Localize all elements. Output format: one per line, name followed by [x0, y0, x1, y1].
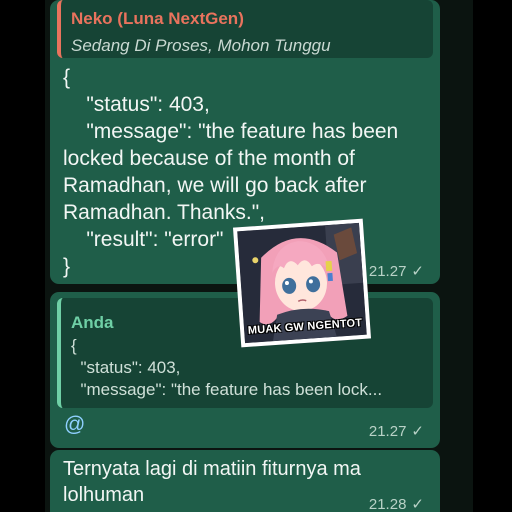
message-line: { — [63, 66, 71, 89]
message-timestamp: 21.28 ✓ — [369, 495, 424, 512]
message-line: Ramadhan, we will go back after — [63, 174, 367, 197]
message-timestamp: 21.27 ✓ — [369, 422, 424, 440]
timestamp-text: 21.28 — [368, 496, 407, 512]
message-line: Ramadhan. Thanks.", — [63, 201, 266, 224]
timestamp-text: 21.27 — [368, 263, 407, 280]
quoted-message[interactable]: Neko (Luna NextGen) Sedang Di Proses, Mo… — [57, 0, 433, 58]
quote-text: { — [71, 336, 77, 355]
quote-author: Neko (Luna NextGen) — [71, 9, 244, 28]
message-line: "result": "error" — [63, 228, 224, 251]
timestamp-text: 21.27 — [368, 423, 407, 440]
message-line: "message": "the feature has been — [63, 120, 399, 143]
message-line: } — [63, 255, 71, 278]
sent-check-icon: ✓ — [411, 423, 424, 440]
message-bubble-incoming[interactable]: Ternyata lagi di matiin fiturnya ma lolh… — [50, 450, 440, 512]
quote-text: "status": 403, — [71, 358, 181, 377]
message-line: "status": 403, — [63, 93, 210, 116]
message-line: lolhuman — [63, 484, 145, 506]
sticker-image[interactable]: MUAK GW NGENTOT — [232, 218, 372, 348]
quote-text: Sedang Di Proses, Mohon Tunggu — [71, 36, 331, 55]
message-timestamp: 21.27 ✓ — [369, 262, 424, 280]
mention-text[interactable]: @ — [64, 413, 85, 437]
screen: Neko (Luna NextGen) Sedang Di Proses, Mo… — [0, 0, 512, 512]
message-line: locked because of the month of — [63, 147, 355, 170]
quote-text: "message": "the feature has been lock... — [71, 380, 383, 399]
message-line: Ternyata lagi di matiin fiturnya ma — [63, 458, 361, 480]
sent-check-icon: ✓ — [411, 263, 424, 280]
sent-check-icon: ✓ — [411, 496, 424, 512]
quote-author: Anda — [71, 313, 114, 332]
